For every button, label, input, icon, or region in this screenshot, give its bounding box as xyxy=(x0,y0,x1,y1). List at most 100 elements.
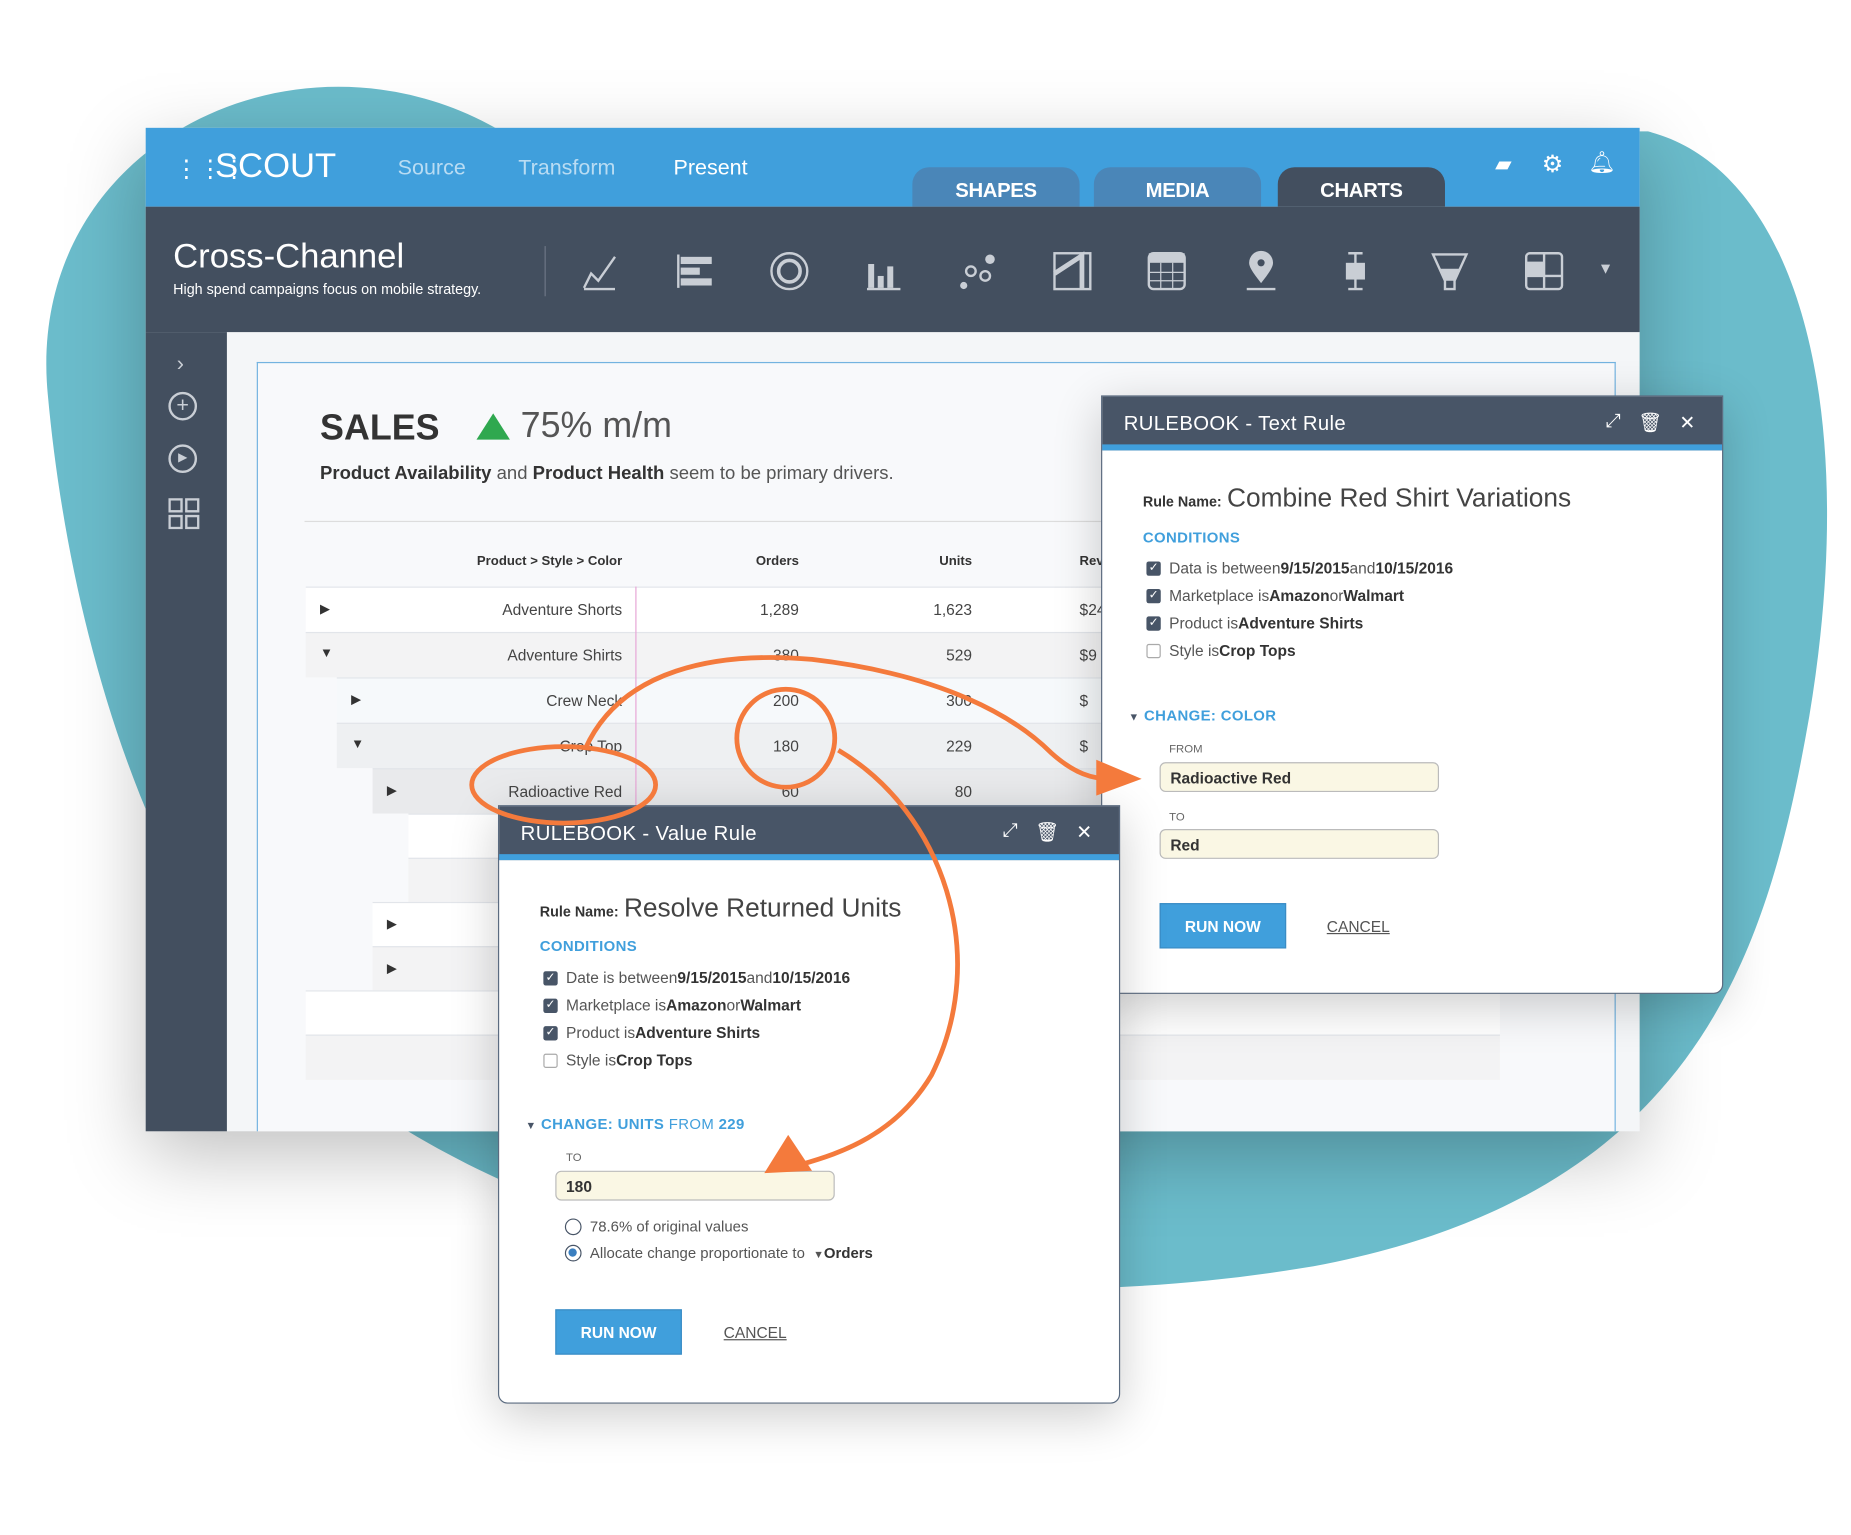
column-header-revenue[interactable]: Rev xyxy=(1080,554,1104,568)
checkbox[interactable]: ✓ xyxy=(543,998,558,1013)
option-percent-radio[interactable]: 78.6% of original values xyxy=(564,1214,748,1240)
to-label: TO xyxy=(566,1151,582,1165)
column-divider xyxy=(635,586,637,814)
conditions-list: ✓ Data is between 9/15/2015 and 10/15/201… xyxy=(1146,554,1453,664)
trash-icon[interactable]: 🗑︎ xyxy=(1035,821,1060,845)
report-title: SALES xyxy=(320,408,440,448)
add-icon[interactable]: + xyxy=(168,391,198,421)
condition-item[interactable]: ✓ Product is Adventure Shirts xyxy=(1146,609,1453,636)
row-orders: 60 xyxy=(781,782,799,801)
from-input[interactable]: Radioactive Red xyxy=(1159,762,1440,793)
folder-icon[interactable]: ▰ xyxy=(1495,152,1512,177)
checkbox[interactable]: ✓ xyxy=(543,1025,558,1040)
expand-icon[interactable]: ⤢ xyxy=(1606,411,1622,435)
expand-icon[interactable]: ⤢ xyxy=(1003,821,1019,845)
to-input[interactable]: Red xyxy=(1159,829,1440,859)
row-name: Adventure Shorts xyxy=(502,600,623,619)
allocate-target-dropdown[interactable]: ▼Orders xyxy=(813,1245,873,1262)
dialog-title: RULEBOOK - Value Rule xyxy=(520,821,757,845)
checkbox[interactable]: ✓ xyxy=(1146,560,1161,576)
tab-shapes[interactable]: SHAPES xyxy=(912,167,1080,207)
row-name: Crop Top xyxy=(559,737,623,755)
play-icon[interactable]: ▶ xyxy=(168,444,198,474)
funnel-icon[interactable] xyxy=(1428,250,1471,293)
text-rule-dialog: RULEBOOK - Text Rule ⤢ 🗑︎ ✕ Rule Name: Com… xyxy=(1101,395,1724,994)
run-now-button[interactable]: RUN NOW xyxy=(555,1309,682,1355)
scatter-chart-icon[interactable] xyxy=(957,250,1000,293)
more-charts-dropdown-icon[interactable]: ▼ xyxy=(1598,259,1613,277)
row-units: 1,623 xyxy=(933,600,973,619)
tab-media[interactable]: MEDIA xyxy=(1093,167,1262,207)
report-summary: Product Availability and Product Health … xyxy=(320,463,894,484)
cancel-button[interactable]: CANCEL xyxy=(724,1324,787,1342)
condition-item[interactable]: ✓ Product is Adventure Shirts xyxy=(543,1019,850,1046)
rule-name-value[interactable]: Combine Red Shirt Variations xyxy=(1227,483,1571,513)
gear-icon[interactable]: ⚙ xyxy=(1542,149,1563,179)
bell-icon[interactable]: 🔔︎ xyxy=(1588,151,1615,176)
checkbox[interactable] xyxy=(1146,643,1161,658)
to-input[interactable]: 180 xyxy=(555,1170,835,1201)
checkbox[interactable]: ✓ xyxy=(543,970,558,985)
column-header-product[interactable]: Product > Style > Color xyxy=(401,554,622,568)
bar-chart-icon[interactable] xyxy=(674,250,717,293)
nav-transform[interactable]: Transform xyxy=(518,155,615,180)
nav-source[interactable]: Source xyxy=(398,155,466,180)
condition-item[interactable]: ✓ Marketplace is Amazon or Walmart xyxy=(543,992,850,1019)
checkbox[interactable]: ✓ xyxy=(1146,615,1161,631)
rule-name-label: Rule Name: xyxy=(1142,493,1222,511)
condition-item[interactable]: ✓ Date is between 9/15/2015 and 10/15/201… xyxy=(543,964,850,991)
conditions-heading: CONDITIONS xyxy=(539,937,638,955)
box-plot-icon[interactable] xyxy=(1334,250,1377,293)
change-units-section[interactable]: ▼ CHANGE: UNITS FROM 229 xyxy=(525,1116,744,1133)
tab-charts[interactable]: CHARTS xyxy=(1277,167,1445,207)
top-bar: ⋮⋮⋮ SCOUT Source Transform Present SHAPE… xyxy=(145,127,1640,207)
row-units: 80 xyxy=(954,782,973,801)
condition-item[interactable]: Style is Crop Tops xyxy=(1146,637,1453,664)
row-revenue: $ xyxy=(1079,737,1089,755)
run-now-button[interactable]: RUN NOW xyxy=(1159,903,1287,949)
rule-name-value[interactable]: Resolve Returned Units xyxy=(624,892,901,922)
checkbox[interactable] xyxy=(543,1053,558,1068)
row-orders: 1,289 xyxy=(760,600,799,619)
grid-view-icon[interactable] xyxy=(168,498,200,530)
dialog-title: RULEBOOK - Text Rule xyxy=(1123,412,1347,435)
option-allocate-radio[interactable]: Allocate change proportionate to ▼Orders xyxy=(564,1240,873,1266)
close-icon[interactable]: ✕ xyxy=(1076,821,1092,845)
column-header-units[interactable]: Units xyxy=(879,554,972,568)
condition-item[interactable]: Style is Crop Tops xyxy=(543,1046,850,1073)
donut-chart-icon[interactable] xyxy=(768,250,811,293)
chart-toolbar: Cross-Channel High spend campaigns focus… xyxy=(145,206,1640,333)
from-label: FROM xyxy=(1169,743,1203,757)
line-chart-icon[interactable] xyxy=(579,250,622,293)
change-color-section[interactable]: ▼ CHANGE: COLOR xyxy=(1129,707,1277,724)
expand-caret-icon[interactable]: ▶ xyxy=(387,916,397,931)
trend-value: 75% m/m xyxy=(520,406,672,446)
dialog-header: RULEBOOK - Value Rule ⤢ 🗑︎ ✕ xyxy=(499,806,1119,861)
row-name: Crew Neck xyxy=(546,691,623,710)
column-header-orders[interactable]: Orders xyxy=(712,554,799,568)
row-units: 300 xyxy=(946,691,973,710)
cancel-button[interactable]: CANCEL xyxy=(1327,917,1390,935)
condition-item[interactable]: ✓ Data is between 9/15/2015 and 10/15/201… xyxy=(1146,554,1453,581)
map-pin-icon[interactable] xyxy=(1240,250,1283,293)
table-icon[interactable] xyxy=(1145,250,1188,293)
close-icon[interactable]: ✕ xyxy=(1679,411,1695,435)
app-logo: SCOUT xyxy=(214,146,337,186)
expand-chevron-icon[interactable]: › xyxy=(177,351,184,376)
layout-icon[interactable] xyxy=(1523,250,1566,293)
row-orders: 180 xyxy=(773,737,799,755)
left-sidebar: › + ▶ xyxy=(145,332,227,1132)
checkbox[interactable]: ✓ xyxy=(1146,588,1161,603)
combo-chart-icon[interactable] xyxy=(862,250,905,293)
trash-icon[interactable]: 🗑︎ xyxy=(1638,411,1663,435)
page-title: Cross-Channel xyxy=(173,237,405,276)
row-revenue: $9 xyxy=(1079,646,1097,665)
expand-caret-icon[interactable]: ▶ xyxy=(387,960,397,976)
waterfall-chart-icon[interactable] xyxy=(1051,250,1094,293)
row-units: 529 xyxy=(946,646,973,665)
condition-item[interactable]: ✓ Marketplace is Amazon or Walmart xyxy=(1146,582,1453,609)
row-orders: 380 xyxy=(773,646,799,665)
dialog-header: RULEBOOK - Text Rule ⤢ 🗑︎ ✕ xyxy=(1102,396,1723,451)
value-rule-dialog: RULEBOOK - Value Rule ⤢ 🗑︎ ✕ Rule Name: Re… xyxy=(497,805,1121,1404)
nav-present[interactable]: Present xyxy=(674,155,748,180)
